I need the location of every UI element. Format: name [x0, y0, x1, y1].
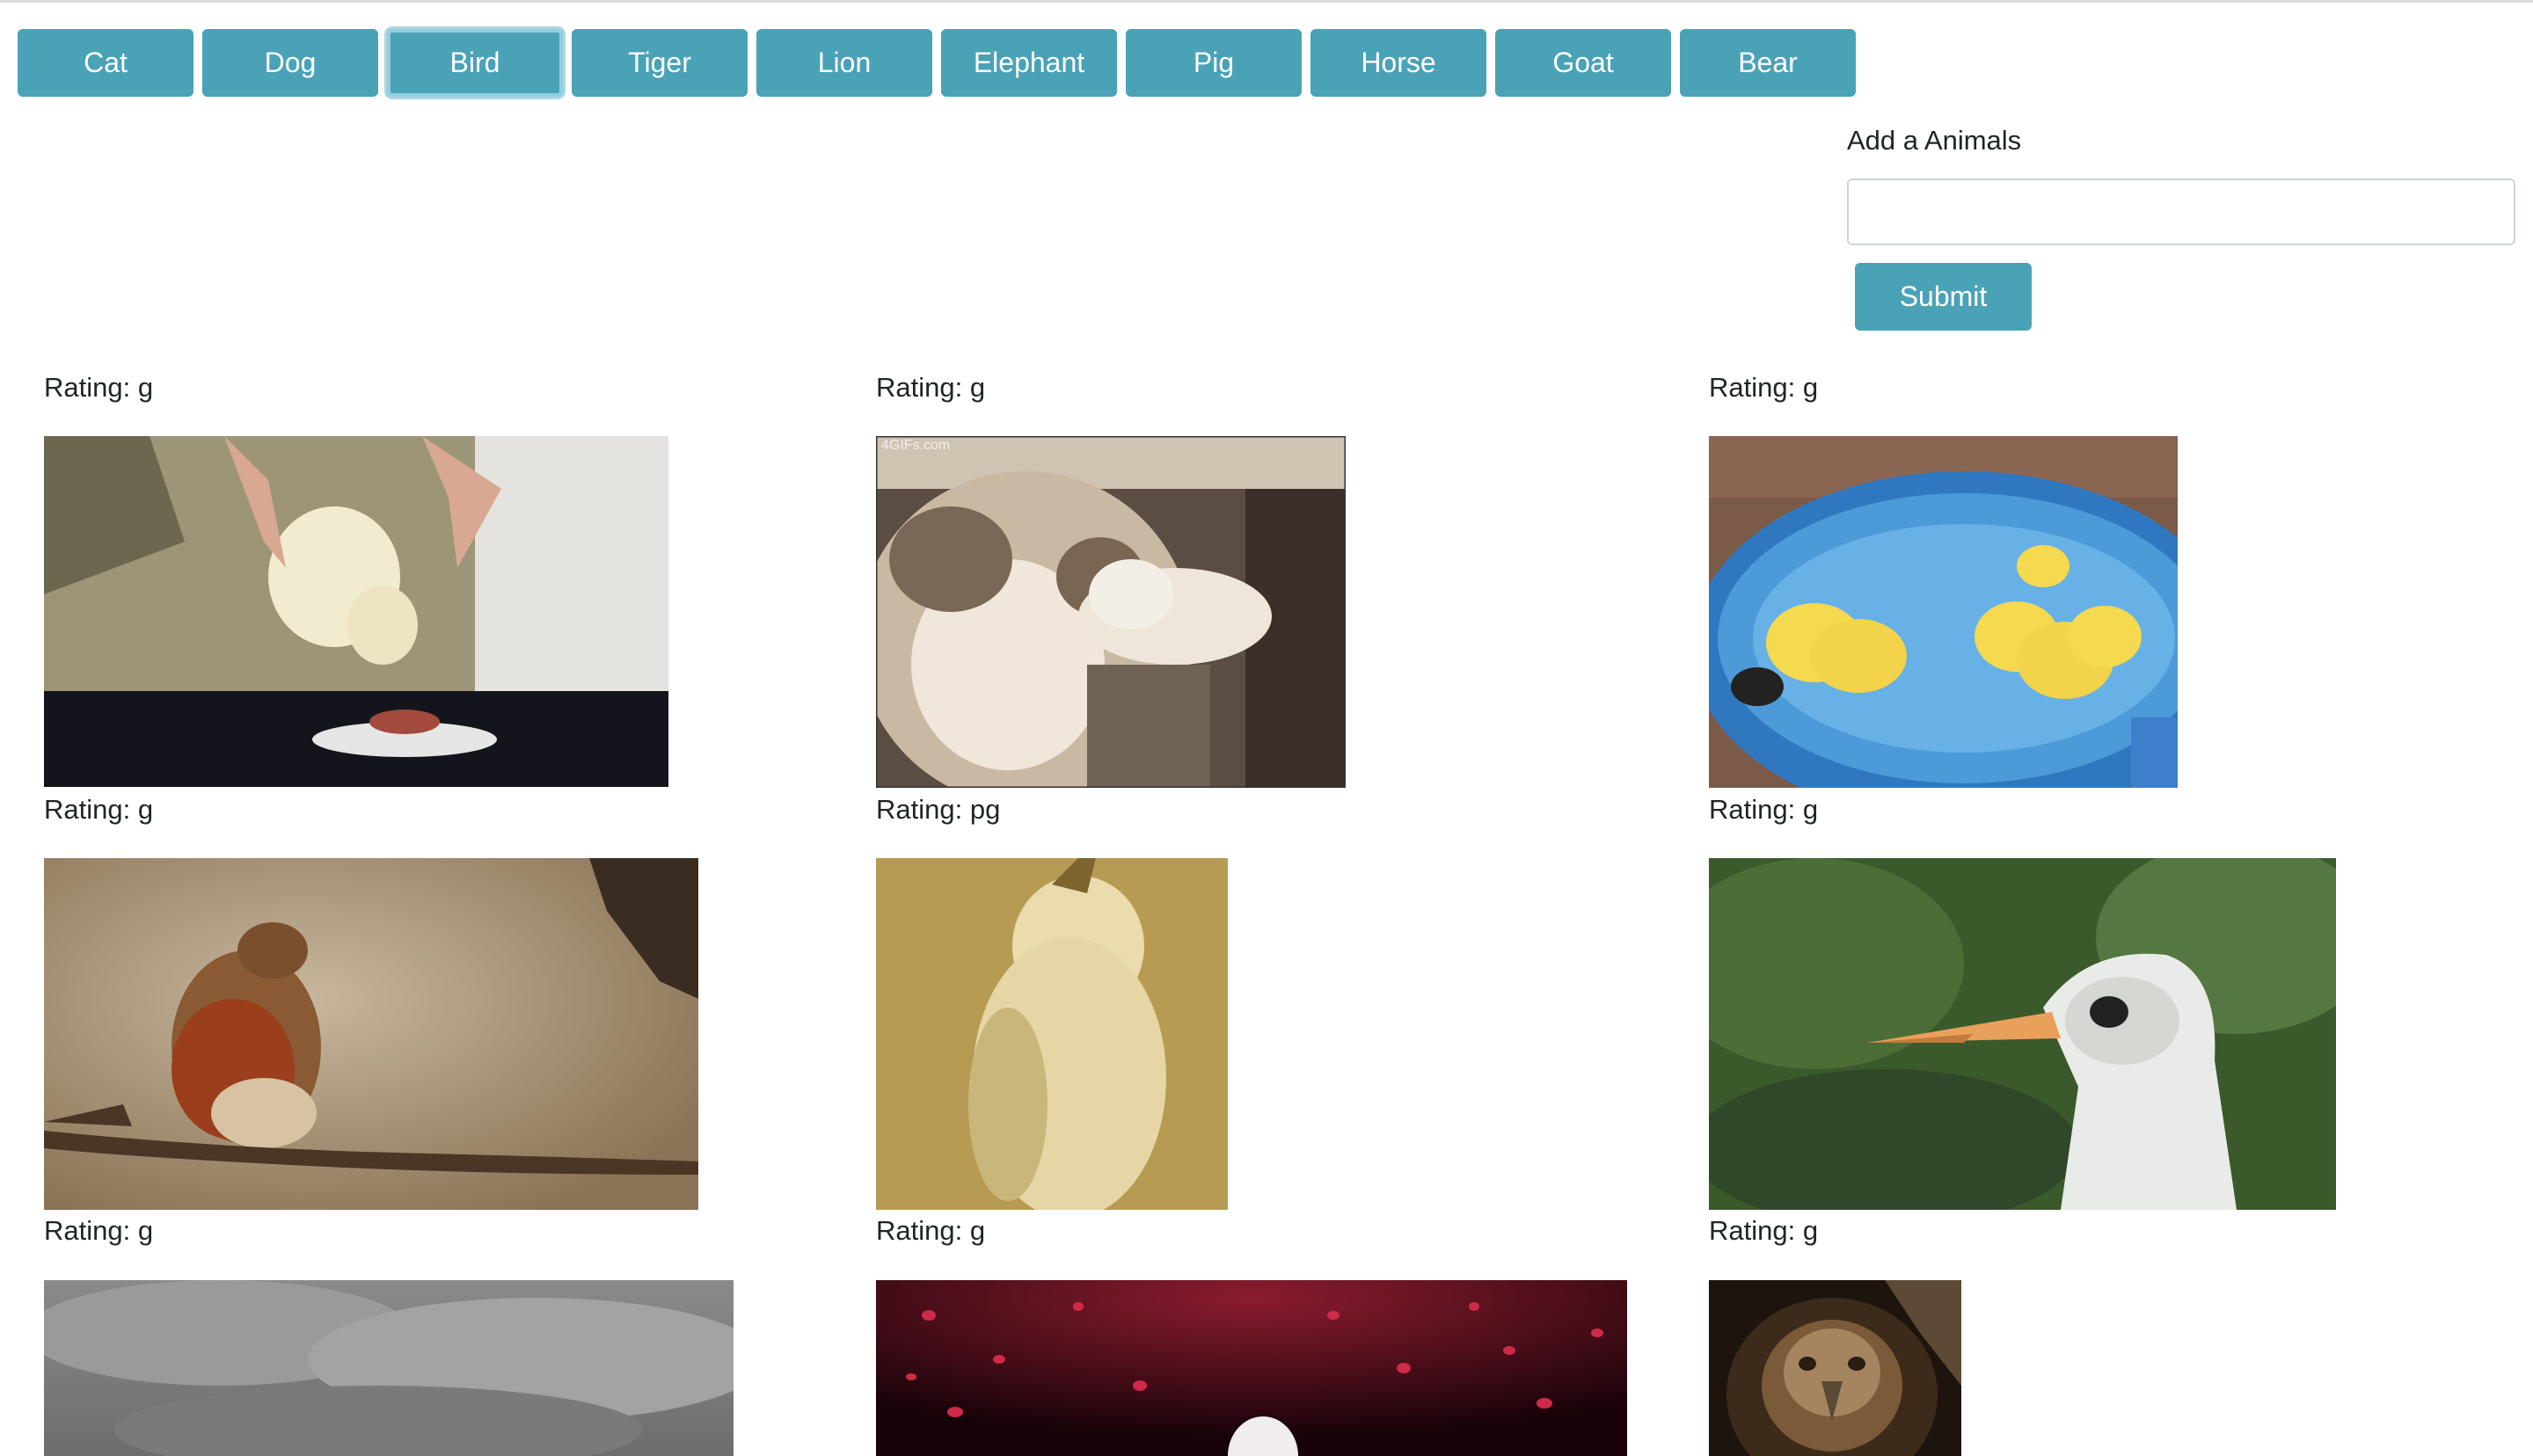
add-animal-input[interactable] [1847, 178, 2515, 245]
add-animal-label: Add a Animals [1847, 125, 2022, 156]
gif-rating: Rating: g [876, 1215, 986, 1246]
gif-rating: Rating: g [1709, 372, 1819, 403]
animal-button-tiger[interactable]: Tiger [572, 29, 748, 97]
submit-button[interactable]: Submit [1855, 263, 2032, 331]
gif-rating: Rating: g [44, 794, 154, 825]
gif-watermark: 4GIFs.com [881, 438, 951, 453]
gif-image-ducklings [1709, 436, 2178, 788]
gif-rating: Rating: g [44, 372, 154, 403]
animal-button-bar: Cat Dog Bird Tiger Lion Elephant Pig Hor… [18, 29, 1856, 97]
animal-button-pig[interactable]: Pig [1126, 29, 1302, 97]
animal-button-bird[interactable]: Bird [387, 29, 563, 97]
gif-image-petals [876, 1280, 1627, 1456]
animal-button-dog[interactable]: Dog [202, 29, 378, 97]
page: Cat Dog Bird Tiger Lion Elephant Pig Hor… [0, 0, 2533, 1456]
animal-button-elephant[interactable]: Elephant [941, 29, 1117, 97]
gif-image-chick [44, 436, 668, 787]
gif-rating: Rating: g [1709, 1215, 1819, 1246]
gif-rating: Rating: g [44, 1215, 154, 1246]
gif-image-eagle [1709, 1280, 1961, 1456]
gif-image-cat-parakeet: 4GIFs.com [876, 436, 1346, 788]
top-divider [0, 0, 2533, 3]
gif-image-robin [44, 858, 698, 1210]
gif-image-cloudy-sky [44, 1280, 734, 1456]
animal-button-cat[interactable]: Cat [18, 29, 193, 97]
gif-image-white-parrot [876, 858, 1228, 1210]
animal-button-lion[interactable]: Lion [756, 29, 932, 97]
gif-rating: Rating: pg [876, 794, 1001, 825]
animal-button-horse[interactable]: Horse [1310, 29, 1486, 97]
animal-button-goat[interactable]: Goat [1495, 29, 1671, 97]
animal-button-bear[interactable]: Bear [1680, 29, 1856, 97]
gif-rating: Rating: g [1709, 794, 1819, 825]
gif-image-white-bird [1709, 858, 2336, 1210]
gif-rating: Rating: g [876, 372, 986, 403]
